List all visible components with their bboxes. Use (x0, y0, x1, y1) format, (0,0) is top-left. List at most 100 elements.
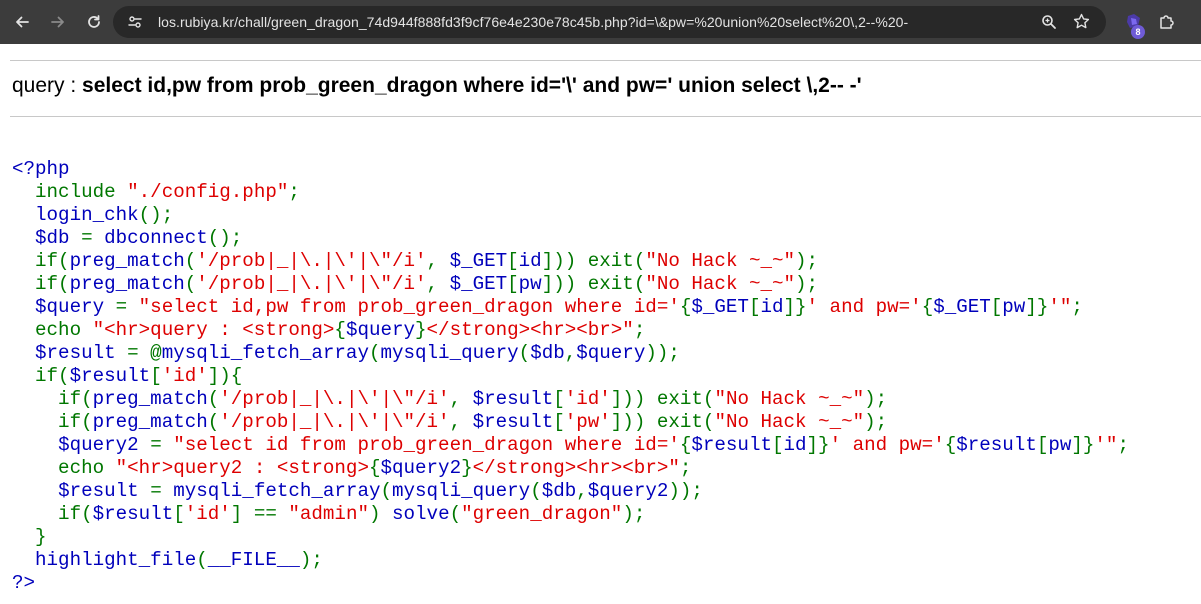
code-token: login_chk (35, 204, 139, 226)
code-token: ] == (230, 503, 289, 525)
code-token: $_GET (449, 273, 508, 295)
code-token: [ (990, 296, 1003, 318)
code-token: preg_match (92, 388, 208, 410)
code-token: ]} (1071, 434, 1095, 456)
code-token: pw (518, 273, 542, 295)
code-token: <?php (12, 158, 70, 180)
code-token: $query (576, 342, 646, 364)
code-token: ( (184, 250, 197, 272)
code-token: '/prob|_|\.|\'|\"/i' (196, 250, 427, 272)
code-line: login_chk(); (12, 204, 1129, 227)
code-token: ); (795, 250, 819, 272)
code-line: $query = "select id,pw from prob_green_d… (12, 296, 1129, 319)
bookmark-star-icon[interactable] (1073, 13, 1090, 35)
code-token: ]} (783, 296, 807, 318)
code-token: ?> (12, 572, 36, 594)
code-token: , (426, 250, 450, 272)
code-token: if( (12, 273, 70, 295)
code-token: [ (553, 388, 565, 410)
code-line: echo "<hr>query : <strong>{$query}</stro… (12, 319, 1129, 342)
code-token: $query2 (58, 434, 151, 456)
code-token: { (921, 296, 934, 318)
code-token: ; (679, 457, 692, 479)
divider-top (10, 60, 1201, 61)
code-token: "admin" (288, 503, 369, 525)
code-token: if( (12, 365, 70, 387)
code-token: } (415, 319, 427, 341)
code-token: $query2 (587, 480, 669, 502)
code-token: $query (345, 319, 416, 341)
address-bar[interactable]: los.rubiya.kr/chall/green_dragon_74d944f… (113, 6, 1106, 38)
code-token: if( (12, 503, 93, 525)
code-token: "No Hack ~_~" (645, 273, 796, 295)
extensions-puzzle-icon[interactable] (1158, 13, 1176, 36)
code-token: ( (449, 503, 462, 525)
query-value: select id,pw from prob_green_dragon wher… (82, 74, 862, 97)
code-token: = (150, 480, 174, 502)
code-token: $query (35, 296, 116, 318)
browser-toolbar: los.rubiya.kr/chall/green_dragon_74d944f… (0, 0, 1201, 44)
code-token: 'id' (564, 388, 611, 410)
site-settings-icon[interactable] (127, 14, 143, 35)
query-label: query : (12, 74, 83, 97)
code-token: $result (92, 503, 174, 525)
code-token: id (760, 296, 784, 318)
code-token: 'pw' (564, 411, 611, 433)
code-token: ]} (1025, 296, 1049, 318)
code-token: $result (58, 480, 151, 502)
code-token: ' and pw=' (829, 434, 945, 456)
code-token: $db (35, 227, 82, 249)
back-button[interactable] (8, 8, 36, 36)
code-token: id (518, 250, 542, 272)
code-token: $result (69, 365, 151, 387)
code-token: ]){ (207, 365, 243, 387)
code-token: { (944, 434, 957, 456)
code-token: "No Hack ~_~" (714, 388, 865, 410)
code-token: )); (668, 480, 703, 502)
reload-button[interactable] (80, 8, 108, 36)
code-token: (); (207, 227, 243, 249)
arrow-right-icon (51, 16, 64, 28)
code-token: preg_match (92, 411, 208, 433)
code-token: if( (12, 250, 70, 272)
code-line: echo "<hr>query2 : <strong>{$query2}</st… (12, 457, 1129, 480)
code-token: $result (691, 434, 772, 456)
code-token: pw (1048, 434, 1072, 456)
code-token: 'id' (161, 365, 208, 387)
code-token: "<hr>query : <strong> (92, 319, 335, 341)
code-token: '/prob|_|\.|\'|\"/i' (196, 273, 427, 295)
code-token: [ (507, 273, 519, 295)
code-token: if( (12, 411, 93, 433)
code-token: "green_dragon" (461, 503, 623, 525)
code-token: "select id,pw from prob_green_dragon whe… (138, 296, 680, 318)
code-token: __FILE__ (207, 549, 300, 571)
code-line: if($result['id']){ (12, 365, 1129, 388)
code-line: if(preg_match('/prob|_|\.|\'|\"/i', $res… (12, 388, 1129, 411)
code-token: ; (633, 319, 646, 341)
code-token: mysqli_fetch_array (161, 342, 369, 364)
forward-button[interactable] (44, 8, 72, 36)
code-token: mysqli_query (392, 480, 531, 502)
code-token: ; (1117, 434, 1129, 456)
code-token: { (368, 457, 381, 479)
code-token: solve (392, 503, 450, 525)
url-text[interactable]: los.rubiya.kr/chall/green_dragon_74d944f… (158, 14, 908, 30)
code-token: )); (645, 342, 680, 364)
code-token: ( (380, 480, 392, 502)
code-line: ?> (12, 572, 1129, 595)
code-token: ]} (806, 434, 830, 456)
code-token: ( (207, 411, 220, 433)
code-token: "<hr>query2 : <strong> (115, 457, 369, 479)
code-token: echo (12, 319, 93, 341)
code-token: ); (864, 411, 888, 433)
code-token: "No Hack ~_~" (645, 250, 796, 272)
code-token: ); (299, 549, 323, 571)
zoom-icon[interactable] (1041, 14, 1057, 35)
code-token: = (115, 296, 139, 318)
code-token: = @ (127, 342, 162, 364)
code-token: { (679, 434, 692, 456)
